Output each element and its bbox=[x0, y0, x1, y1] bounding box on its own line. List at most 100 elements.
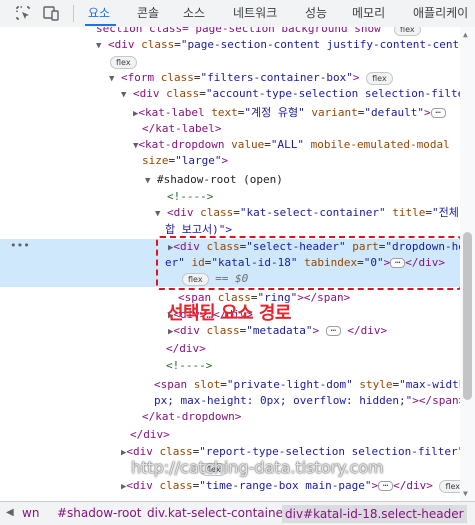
tag-name: <kat-label bbox=[138, 106, 205, 119]
tree-row[interactable]: ▶<div class="metadata"> … </div> bbox=[0, 323, 460, 339]
breadcrumb-item[interactable]: div.kat-select-container bbox=[147, 506, 288, 520]
tag-name: <div bbox=[173, 324, 200, 337]
tree-row[interactable]: </div> bbox=[0, 341, 460, 357]
vertical-scrollbar[interactable]: ▲ ▼ bbox=[460, 27, 475, 501]
attr-name: variant bbox=[311, 106, 358, 119]
tree-row[interactable]: ▼ <div class="account-type-selection sel… bbox=[0, 86, 460, 102]
scroll-thumb[interactable] bbox=[463, 232, 472, 400]
flex-badge[interactable]: flex bbox=[439, 479, 460, 493]
attr-value: "default" bbox=[364, 106, 424, 119]
tab-network[interactable]: 네트워크 bbox=[233, 0, 277, 26]
closing-tag: </span> bbox=[303, 291, 351, 304]
tree-row[interactable]: section class="page-section background s… bbox=[0, 27, 460, 37]
tag-name: <div bbox=[126, 479, 153, 492]
device-toolbar-icon[interactable] bbox=[43, 5, 59, 21]
tab-sources[interactable]: 소스 bbox=[183, 0, 205, 26]
tag-name: <div bbox=[133, 87, 160, 100]
collapse-triangle-icon[interactable]: ▼ bbox=[155, 209, 160, 219]
tree-row[interactable]: size="large"> bbox=[0, 153, 460, 169]
attr-value: px; max-height: 0px; overflow: hidden;" bbox=[154, 394, 413, 407]
breadcrumb-item[interactable]: wn bbox=[22, 506, 39, 520]
watermark: http://catching-data.tistory.com bbox=[131, 458, 384, 477]
collapse-triangle-icon[interactable]: ▼ bbox=[121, 90, 126, 100]
inspect-element-icon[interactable] bbox=[15, 5, 31, 21]
flex-badge[interactable]: flex bbox=[394, 27, 421, 36]
tree-row[interactable]: ▼ <form class="filters-container-box"> f… bbox=[0, 70, 460, 86]
expand-ellipsis-button[interactable]: … bbox=[378, 480, 394, 491]
scroll-down-icon[interactable]: ▼ bbox=[463, 489, 468, 498]
attr-value: "ALL" bbox=[270, 138, 305, 151]
tag-name: <div bbox=[108, 38, 135, 51]
attr-name: class bbox=[200, 206, 234, 219]
attr-name: class bbox=[206, 324, 240, 337]
tree-row[interactable]: ▼ <div class="kat-select-container" titl… bbox=[0, 205, 460, 221]
comment-node: <!----> bbox=[167, 190, 214, 203]
collapse-triangle-icon[interactable]: ▼ bbox=[109, 74, 114, 84]
attr-name: slot bbox=[193, 378, 221, 391]
tree-row[interactable]: </kat-label> bbox=[0, 121, 460, 137]
attr-name: text bbox=[211, 106, 238, 119]
tree-row: flex bbox=[0, 54, 460, 70]
attr-name: mobile-emulated-modal bbox=[310, 138, 450, 151]
tab-memory[interactable]: 메모리 bbox=[352, 0, 385, 26]
tab-console[interactable]: 콘솔 bbox=[137, 0, 159, 26]
tree-row[interactable]: px; max-height: 0px; overflow: hidden;">… bbox=[0, 393, 460, 409]
closing-tag: </div> bbox=[166, 342, 206, 355]
tree-row[interactable]: </div> bbox=[0, 427, 460, 443]
collapse-triangle-icon[interactable]: ▼ bbox=[145, 176, 150, 186]
active-tab-indicator bbox=[85, 24, 116, 26]
closing-tag: ></span> bbox=[412, 394, 460, 407]
attr-name: value bbox=[231, 138, 265, 151]
attr-name: class bbox=[159, 445, 193, 458]
flex-badge[interactable]: flex bbox=[366, 71, 393, 85]
breadcrumb-item[interactable]: #shadow-root bbox=[57, 506, 141, 520]
tree-row[interactable]: </kat-dropdown> bbox=[0, 409, 460, 425]
tree-row[interactable]: ▶<div class="time-range-box main-page">…… bbox=[0, 478, 460, 494]
tab-elements[interactable]: 요소 bbox=[88, 0, 110, 26]
tab-application[interactable]: 애플리케이 bbox=[413, 0, 468, 26]
closing-tag: </kat-label> bbox=[142, 122, 222, 135]
attr-name: class bbox=[160, 71, 194, 84]
flex-badge[interactable]: flex bbox=[110, 55, 137, 69]
attr-name: title bbox=[392, 206, 426, 219]
row-options-icon[interactable]: ••• bbox=[10, 239, 30, 252]
tag-name: <div bbox=[167, 206, 194, 219]
breadcrumb: ◀ wn #shadow-root div.kat-select-contain… bbox=[0, 501, 475, 525]
tag-name: <form bbox=[121, 71, 155, 84]
scroll-up-icon[interactable]: ▲ bbox=[463, 30, 468, 39]
collapse-triangle-icon[interactable]: ▼ bbox=[96, 41, 101, 51]
breadcrumb-scroll-left-icon[interactable]: ◀ bbox=[6, 507, 14, 518]
tree-row[interactable]: ▼<kat-dropdown value="ALL" mobile-emulat… bbox=[0, 137, 460, 153]
tree-row[interactable]: <!----> bbox=[0, 189, 460, 205]
attr-value: "전체(통 bbox=[432, 206, 460, 219]
expand-ellipsis-button[interactable]: … bbox=[430, 107, 446, 118]
tree-row[interactable]: ▼ #shadow-root (open) bbox=[0, 172, 460, 188]
attr-value: "page-section-content justify-content-ce… bbox=[180, 38, 460, 51]
tree-row[interactable]: <span slot="private-light-dom" style="ma… bbox=[0, 377, 460, 393]
attr-name: class bbox=[166, 87, 200, 100]
selection-highlight-box bbox=[156, 236, 462, 290]
attr-value: 합 보고서)"> bbox=[165, 223, 232, 236]
attr-value: "max-width: 0 bbox=[399, 378, 460, 391]
closing-tag: </div> bbox=[347, 324, 388, 337]
attr-value: "metadata" bbox=[246, 324, 313, 337]
closing-tag: </kat-dropdown> bbox=[142, 410, 242, 423]
tag-name: <div bbox=[126, 445, 153, 458]
expand-ellipsis-button[interactable]: … bbox=[325, 325, 341, 336]
breadcrumb-item-current[interactable]: div#katal-id-18.select-header bbox=[282, 505, 467, 523]
attr-value: "kat-select-container" bbox=[239, 206, 386, 219]
shadow-root-label: #shadow-root (open) bbox=[157, 173, 283, 186]
tree-row[interactable]: ▶<kat-label text="계정 유형" variant="defaul… bbox=[0, 105, 460, 121]
node-text: section class="page-section background s… bbox=[96, 27, 388, 35]
attr-value: "large" bbox=[175, 154, 222, 167]
attr-value: "filters-container-box" bbox=[200, 71, 353, 84]
attr-value: "계정 유형" bbox=[244, 106, 305, 119]
attr-name: size bbox=[142, 154, 169, 167]
attr-name: class bbox=[141, 38, 175, 51]
tab-performance[interactable]: 성능 bbox=[305, 0, 327, 26]
attr-name: class bbox=[159, 479, 193, 492]
tag-name: <span bbox=[154, 378, 188, 391]
tree-row[interactable]: ▼ <div class="page-section-content justi… bbox=[0, 37, 460, 53]
attr-name: style bbox=[359, 378, 393, 391]
tree-row[interactable]: <!----> bbox=[0, 358, 460, 374]
